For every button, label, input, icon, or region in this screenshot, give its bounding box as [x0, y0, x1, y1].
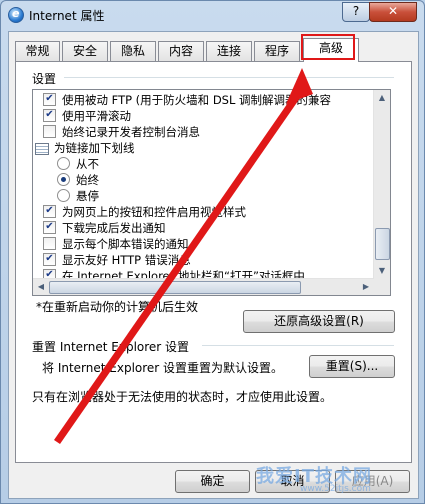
reset-warning: 只有在浏览器处于无法使用的状态时，才应使用此设置。 — [32, 390, 333, 404]
settings-group-label: 设置 — [32, 72, 57, 86]
setting-row[interactable]: ✔ 为网页上的按钮和控件启用视觉样式 — [43, 204, 246, 220]
reset-description: 将 Internet Explorer 设置重置为默认设置。 — [42, 361, 284, 375]
setting-row[interactable]: 从不 — [57, 156, 99, 172]
setting-label: 显示每个脚本错误的通知 — [62, 237, 189, 251]
scroll-down-icon[interactable]: ▼ — [374, 263, 390, 279]
close-button[interactable]: ✕ — [369, 2, 417, 22]
setting-label: 为链接加下划线 — [54, 141, 135, 155]
tab-security[interactable]: 安全 — [62, 41, 108, 61]
restart-note: *在重新启动你的计算机后生效 — [36, 300, 199, 314]
checkbox-checked-icon[interactable]: ✔ — [43, 221, 56, 234]
setting-label: 从不 — [76, 157, 99, 171]
reset-section-heading: 重置 Internet Explorer 设置 — [32, 340, 190, 354]
scrollbar-corner — [374, 279, 390, 295]
setting-row[interactable]: 悬停 — [57, 188, 99, 204]
setting-label: 显示友好 HTTP 错误消息 — [62, 253, 191, 267]
settings-list[interactable]: ✔ 使用被动 FTP (用于防火墙和 DSL 调制解调器的兼容 ✔ 使用平滑滚动始终记… — [32, 89, 391, 296]
tab-programs[interactable]: 程序 — [254, 41, 300, 61]
ok-button[interactable]: 确定 — [175, 470, 250, 493]
settings-group-divider — [64, 77, 394, 78]
restore-advanced-settings-button[interactable]: 还原高级设置(R) — [243, 310, 395, 333]
setting-row[interactable]: 显示每个脚本错误的通知 — [43, 236, 189, 252]
checkbox-unchecked-icon[interactable] — [43, 125, 56, 138]
scroll-left-icon[interactable]: ◀ — [33, 279, 49, 295]
tab-strip: 常规 安全 隐私 内容 连接 程序 高级 — [15, 38, 415, 62]
radio-unselected-icon[interactable] — [57, 157, 70, 170]
setting-label: 始终记录开发者控制台消息 — [62, 125, 200, 139]
checkbox-unchecked-icon[interactable] — [43, 237, 56, 250]
advanced-tab-panel: 设置 ✔ 使用被动 FTP (用于防火墙和 DSL 调制解调器的兼容 ✔ 使用平滑滚动… — [15, 61, 412, 463]
radio-unselected-icon[interactable] — [57, 189, 70, 202]
reset-button[interactable]: 重置(S)... — [309, 355, 395, 378]
checkbox-checked-icon[interactable]: ✔ — [43, 109, 56, 122]
checkbox-checked-icon[interactable]: ✔ — [43, 93, 56, 106]
settings-group-icon — [35, 142, 49, 155]
radio-selected-icon[interactable] — [57, 173, 70, 186]
setting-label: 下载完成后发出通知 — [62, 221, 166, 235]
dialog-client: 常规 安全 隐私 内容 连接 程序 高级 设置 ✔ 使用被动 FTP (用于防火墙… — [8, 31, 419, 499]
tab-privacy[interactable]: 隐私 — [110, 41, 156, 61]
setting-row[interactable]: ✔ 下载完成后发出通知 — [43, 220, 166, 236]
setting-label: 为网页上的按钮和控件启用视觉样式 — [62, 205, 246, 219]
app-icon-letter: e — [12, 7, 20, 20]
internet-options-window: e Internet 属性 ? ✕ 常规 安全 隐私 内容 连接 程序 高级 设… — [0, 0, 425, 504]
reset-section-divider — [202, 345, 394, 346]
setting-label: 始终 — [76, 173, 99, 187]
internet-explorer-icon: e — [8, 7, 24, 23]
vertical-scroll-thumb[interactable] — [375, 228, 390, 260]
scroll-right-icon[interactable]: ▶ — [358, 279, 374, 295]
setting-label: 使用被动 FTP (用于防火墙和 DSL 调制解调器的兼容 — [62, 93, 332, 107]
scroll-up-icon[interactable]: ▲ — [374, 90, 390, 106]
setting-label: 悬停 — [76, 189, 99, 203]
checkbox-checked-icon[interactable]: ✔ — [43, 205, 56, 218]
tab-content[interactable]: 内容 — [158, 41, 204, 61]
setting-row: 为链接加下划线 — [35, 140, 135, 156]
tab-general[interactable]: 常规 — [15, 41, 60, 61]
horizontal-scroll-thumb[interactable] — [49, 281, 301, 294]
setting-row[interactable]: 始终记录开发者控制台消息 — [43, 124, 200, 140]
tab-advanced[interactable]: 高级 — [303, 38, 359, 62]
watermark-url: www.52itjs.com — [300, 484, 371, 494]
checkbox-checked-icon[interactable]: ✔ — [43, 253, 56, 266]
vertical-scrollbar[interactable]: ▲ ▼ — [373, 90, 390, 279]
title-bar[interactable]: e Internet 属性 ? ✕ — [1, 1, 424, 29]
help-button[interactable]: ? — [342, 2, 370, 22]
setting-row[interactable]: ✔ 显示友好 HTTP 错误消息 — [43, 252, 191, 268]
tab-connections[interactable]: 连接 — [206, 41, 252, 61]
setting-row[interactable]: ✔ 使用被动 FTP (用于防火墙和 DSL 调制解调器的兼容 — [43, 92, 331, 108]
window-title: Internet 属性 — [29, 9, 105, 23]
horizontal-scrollbar[interactable]: ◀ ▶ — [33, 278, 374, 295]
setting-row[interactable]: ✔ 使用平滑滚动 — [43, 108, 131, 124]
setting-label: 使用平滑滚动 — [62, 109, 131, 123]
setting-row[interactable]: 始终 — [57, 172, 99, 188]
